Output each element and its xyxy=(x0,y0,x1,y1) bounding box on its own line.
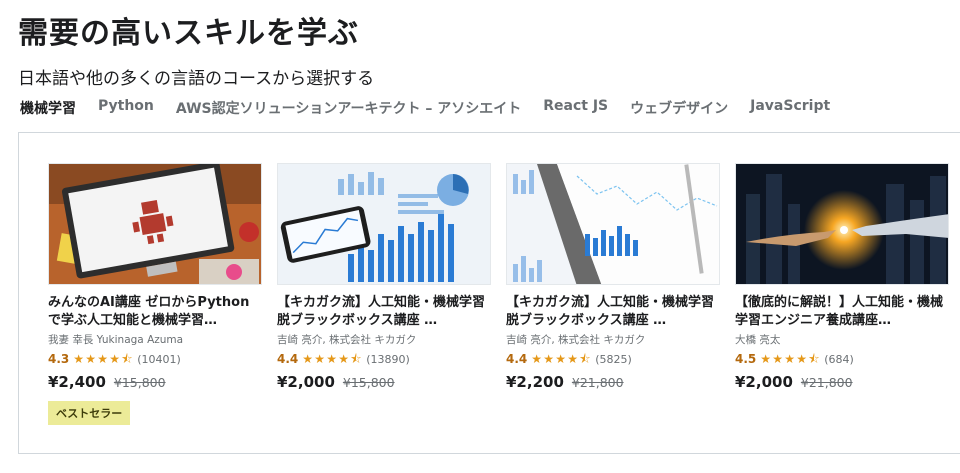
star-icon: ⯪ xyxy=(579,352,591,366)
rating-row: 4.3 ★ ★ ★ ★ ⯪ (10401) xyxy=(48,351,262,367)
current-price: ¥2,200 xyxy=(506,373,564,391)
star-icon: ⯪ xyxy=(350,352,362,366)
rating-row: 4.4 ★ ★ ★ ★ ⯪ (5825) xyxy=(506,351,720,367)
bestseller-badge: ベストセラー xyxy=(48,401,131,425)
course-title[interactable]: 【キカガク流】人工知能・機械学習 脱ブラックボックス講座 … xyxy=(506,294,720,330)
star-icon: ★ xyxy=(314,352,326,366)
star-icon: ⯪ xyxy=(808,352,820,366)
original-price: ¥15,800 xyxy=(113,375,166,390)
star-icon: ★ xyxy=(97,352,109,366)
current-price: ¥2,000 xyxy=(735,373,793,391)
current-price: ¥2,400 xyxy=(48,373,106,391)
course-author: 吉崎 亮介, 株式会社 キカガク xyxy=(277,334,417,346)
star-rating: ★ ★ ★ ★ ⯪ xyxy=(73,353,133,365)
current-price: ¥2,000 xyxy=(277,373,335,391)
star-icon: ★ xyxy=(109,352,121,366)
tab-python[interactable]: Python xyxy=(98,98,154,118)
rating-value: 4.4 xyxy=(277,352,299,366)
rating-value: 4.5 xyxy=(735,352,757,366)
star-icon: ★ xyxy=(784,352,796,366)
star-rating: ★ ★ ★ ★ ⯪ xyxy=(302,353,362,365)
tab-javascript[interactable]: JavaScript xyxy=(750,98,830,118)
page-title: 需要の高いスキルを学ぶ xyxy=(18,16,359,51)
charts-with-phone-image xyxy=(277,163,491,285)
review-count: (5825) xyxy=(595,352,632,366)
course-carousel-panel: みんなのAI講座 ゼロからPythonで学ぶ人工知能と機械学習… 我妻 幸長 Y… xyxy=(18,132,960,454)
star-icon: ⯪ xyxy=(121,352,133,366)
charts-with-tablet-image xyxy=(506,163,720,285)
star-icon: ★ xyxy=(326,352,338,366)
topic-tabs: 機械学習 Python AWS認定ソリューションアーキテクト – アソシエイト … xyxy=(20,98,852,118)
page-subtitle: 日本語や他の多くの言語のコースから選択する xyxy=(18,69,375,89)
price-row: ¥2,000 ¥15,800 xyxy=(277,373,491,391)
star-icon: ★ xyxy=(85,352,97,366)
tab-react-js[interactable]: React JS xyxy=(543,98,608,118)
rating-value: 4.3 xyxy=(48,352,70,366)
robot-hand-touch-image xyxy=(735,163,949,285)
course-author: 我妻 幸長 Yukinaga Azuma xyxy=(48,334,184,346)
course-title[interactable]: 【キカガク流】人工知能・機械学習 脱ブラックボックス講座 … xyxy=(277,294,491,330)
tab-web-design[interactable]: ウェブデザイン xyxy=(630,98,728,118)
rating-row: 4.5 ★ ★ ★ ★ ⯪ (684) xyxy=(735,351,949,367)
review-count: (684) xyxy=(824,352,854,366)
tab-machine-learning[interactable]: 機械学習 xyxy=(20,98,76,118)
course-title[interactable]: みんなのAI講座 ゼロからPythonで学ぶ人工知能と機械学習… xyxy=(48,294,262,330)
course-card[interactable]: 【キカガク流】人工知能・機械学習 脱ブラックボックス講座 … 吉崎 亮介, 株式… xyxy=(506,163,720,391)
star-icon: ★ xyxy=(796,352,808,366)
star-icon: ★ xyxy=(73,352,85,366)
rating-row: 4.4 ★ ★ ★ ★ ⯪ (13890) xyxy=(277,351,491,367)
star-icon: ★ xyxy=(772,352,784,366)
course-card[interactable]: 【徹底的に解説！】人工知能・機械学習エンジニア養成講座… 大橋 亮太 4.5 ★… xyxy=(735,163,949,391)
star-icon: ★ xyxy=(567,352,579,366)
course-author: 大橋 亮太 xyxy=(735,334,781,346)
star-icon: ★ xyxy=(555,352,567,366)
price-row: ¥2,000 ¥21,800 xyxy=(735,373,949,391)
star-icon: ★ xyxy=(531,352,543,366)
star-icon: ★ xyxy=(760,352,772,366)
robot-on-monitor-image xyxy=(48,163,262,285)
star-rating: ★ ★ ★ ★ ⯪ xyxy=(531,353,591,365)
course-card[interactable]: 【キカガク流】人工知能・機械学習 脱ブラックボックス講座 … 吉崎 亮介, 株式… xyxy=(277,163,491,391)
star-icon: ★ xyxy=(302,352,314,366)
course-title[interactable]: 【徹底的に解説！】人工知能・機械学習エンジニア養成講座… xyxy=(735,294,949,330)
original-price: ¥15,800 xyxy=(342,375,395,390)
tab-aws-solutions-architect[interactable]: AWS認定ソリューションアーキテクト – アソシエイト xyxy=(176,98,521,118)
price-row: ¥2,200 ¥21,800 xyxy=(506,373,720,391)
original-price: ¥21,800 xyxy=(571,375,624,390)
review-count: (10401) xyxy=(137,352,181,366)
star-icon: ★ xyxy=(338,352,350,366)
review-count: (13890) xyxy=(366,352,410,366)
rating-value: 4.4 xyxy=(506,352,528,366)
course-author: 吉崎 亮介, 株式会社 キカガク xyxy=(506,334,646,346)
price-row: ¥2,400 ¥15,800 xyxy=(48,373,262,391)
course-card[interactable]: みんなのAI講座 ゼロからPythonで学ぶ人工知能と機械学習… 我妻 幸長 Y… xyxy=(48,163,262,425)
star-icon: ★ xyxy=(543,352,555,366)
original-price: ¥21,800 xyxy=(800,375,853,390)
star-rating: ★ ★ ★ ★ ⯪ xyxy=(760,353,820,365)
